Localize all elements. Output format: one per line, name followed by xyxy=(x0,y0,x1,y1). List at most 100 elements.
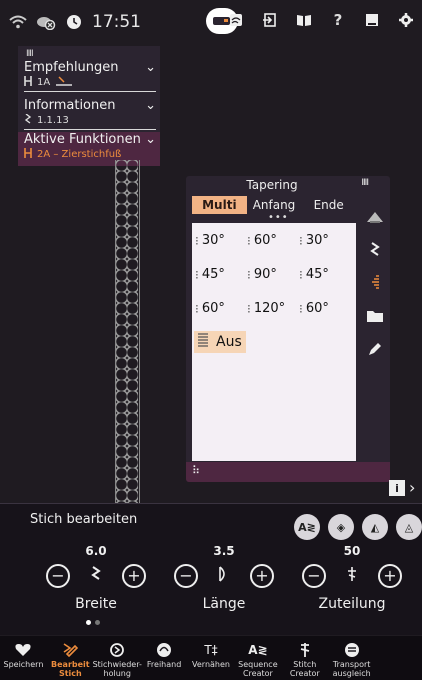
recommendations-section[interactable]: Empfehlungen ⌄ 1A xyxy=(24,60,156,92)
angle-value: 45° xyxy=(201,267,225,282)
tapering-off-button[interactable]: Aus xyxy=(194,331,246,353)
stitch-creator-icon xyxy=(299,640,311,660)
angle-value: 60° xyxy=(253,233,277,248)
nav-transport[interactable]: Transport ausgleich xyxy=(328,636,375,680)
info-icon[interactable]: i xyxy=(389,480,405,496)
nav-sequence-creator[interactable]: A≷ Sequence Creator xyxy=(234,636,281,680)
mirror-stitch-icon[interactable]: ◈ xyxy=(328,514,354,540)
nav-label: Stichwieder-holung xyxy=(92,660,142,678)
tapering-icon[interactable] xyxy=(370,266,380,299)
spacing-label: Zuteilung xyxy=(318,596,386,612)
angle-option[interactable]: ⁝ 90° xyxy=(244,267,296,282)
width-stitch-icon xyxy=(91,566,101,586)
nav-save[interactable]: Speichern xyxy=(0,636,47,680)
nav-label: Speichern xyxy=(3,660,44,669)
tapering-angle-grid: ⁝ 30° ⁝ 60° ⁝ 30° ⁝ 45° ⁝ 90° ⁝ 45° ⁝ 60° ⁝ 120°… xyxy=(192,223,356,461)
tab-multi[interactable]: Multi xyxy=(192,196,247,214)
angle-option[interactable]: ⁝ 60° xyxy=(244,233,296,248)
active-functions-value: 2A – Zierstichfuß xyxy=(37,149,122,160)
settings-icon[interactable] xyxy=(396,10,416,30)
mirror-horizontal-icon[interactable]: ◭ xyxy=(362,514,388,540)
angle-option[interactable]: ⁝ 30° xyxy=(192,233,244,248)
drag-grip-icon[interactable]: IIII xyxy=(26,49,34,59)
angle-row: ⁝ 45° ⁝ 90° ⁝ 45° xyxy=(192,267,356,282)
nav-repeat[interactable]: Stichwieder-holung xyxy=(92,636,142,680)
angle-option[interactable]: ⁝ 45° xyxy=(296,267,348,282)
clock-time: 17:51 xyxy=(92,12,141,32)
zigzag-stitch-icon[interactable] xyxy=(370,233,380,266)
presser-foot-icon xyxy=(24,76,32,89)
help-icon[interactable]: ? xyxy=(328,10,348,30)
bottom-nav: Speichern Bearbeit Stich Stichwieder-hol… xyxy=(0,636,422,680)
nav-stitch-creator[interactable]: Stitch Creator xyxy=(281,636,328,680)
page-indicator xyxy=(86,620,100,625)
angle-option[interactable]: ⁝ 60° xyxy=(296,301,348,316)
tab-ende[interactable]: Ende xyxy=(301,196,356,214)
width-increase-button[interactable]: + xyxy=(122,564,146,588)
more-dots-icon[interactable]: ••• xyxy=(268,213,289,223)
width-control: 6.0 − + Breite xyxy=(46,544,146,612)
information-section[interactable]: Informationen ⌄ 1.1.13 xyxy=(24,98,156,130)
taper-angle-icon: ⁝ xyxy=(247,267,251,282)
nav-label: Freihand xyxy=(146,660,182,669)
status-bar: 17:51 ? xyxy=(0,0,422,44)
length-increase-button[interactable]: + xyxy=(250,564,274,588)
tie-off-icon: T‡ xyxy=(204,643,218,657)
folder-icon[interactable] xyxy=(367,299,383,332)
nav-label: Transport ausgleich xyxy=(332,660,371,678)
presser-foot-icon xyxy=(24,148,32,161)
length-decrease-button[interactable]: − xyxy=(174,564,198,588)
book-icon[interactable] xyxy=(294,10,314,30)
needle-plate-icon xyxy=(55,76,73,89)
spacing-stitch-icon xyxy=(346,566,358,586)
angle-value: 90° xyxy=(253,267,277,282)
recommendations-value: 1A xyxy=(37,77,51,88)
stitch-edit-title: Stich bearbeiten xyxy=(30,512,138,527)
tapering-panel: Tapering IIII Multi Anfang Ende ••• ⁝ 30°… xyxy=(186,176,390,482)
angle-option[interactable]: ⁝ 45° xyxy=(192,267,244,282)
nav-edit-stitch[interactable]: Bearbeit Stich xyxy=(47,636,94,680)
edit-tools: A≷ ◈ ◭ ◬ xyxy=(294,514,422,540)
angle-value: 60° xyxy=(201,301,225,316)
taper-angle-icon: ⁝ xyxy=(247,233,251,248)
import-icon[interactable] xyxy=(260,10,280,30)
spacing-decrease-button[interactable]: − xyxy=(302,564,326,588)
angle-value: 30° xyxy=(201,233,225,248)
freehand-icon xyxy=(156,640,172,660)
edit-pen-icon[interactable] xyxy=(368,332,382,365)
chevron-down-icon: ⌄ xyxy=(145,98,156,113)
cast-icon[interactable] xyxy=(226,10,246,30)
nav-label: Bearbeit Stich xyxy=(51,660,90,678)
resize-handle-icon[interactable]: ⠷ xyxy=(192,464,200,477)
font-stitch-icon[interactable]: A≷ xyxy=(294,514,320,540)
length-control: 3.5 − + Länge xyxy=(174,544,274,612)
spacing-increase-button[interactable]: + xyxy=(378,564,402,588)
stitch-edit-panel: Stich bearbeiten A≷ ◈ ◭ ◬ 6.0 − + Breite… xyxy=(0,503,422,635)
angle-option[interactable]: ⁝ 120° xyxy=(244,301,296,316)
mirror-vertical-icon[interactable]: ◬ xyxy=(396,514,422,540)
information-value: 1.1.13 xyxy=(37,115,69,126)
length-stitch-icon xyxy=(218,566,230,586)
nav-label: Vernähen xyxy=(192,660,230,669)
stitch-plate-icon[interactable] xyxy=(366,200,384,233)
chevron-down-icon: ⌄ xyxy=(145,132,156,147)
angle-option[interactable]: ⁝ 30° xyxy=(296,233,348,248)
length-label: Länge xyxy=(202,596,246,612)
width-label: Breite xyxy=(75,596,117,612)
nav-freehand[interactable]: Freihand xyxy=(141,636,188,680)
spacing-control: 50 − + Zuteilung xyxy=(302,544,402,612)
information-title: Informationen xyxy=(24,98,116,113)
info-panel: IIII Empfehlungen ⌄ 1A Informationen ⌄ 1.1… xyxy=(18,46,160,166)
edit-stitch-icon xyxy=(62,640,79,660)
taper-angle-icon: ⁝ xyxy=(299,233,303,248)
angle-option[interactable]: ⁝ 60° xyxy=(192,301,244,316)
chevron-right-icon[interactable]: › xyxy=(409,478,415,497)
nav-label: Sequence Creator xyxy=(238,660,278,678)
repeat-icon xyxy=(109,640,125,660)
width-decrease-button[interactable]: − xyxy=(46,564,70,588)
width-value: 6.0 xyxy=(85,544,107,558)
nav-tie-off[interactable]: T‡ Vernähen xyxy=(188,636,235,680)
drag-grip-icon[interactable]: IIII xyxy=(361,178,369,188)
notebook-icon[interactable] xyxy=(362,10,382,30)
stitch-preview xyxy=(116,160,138,505)
